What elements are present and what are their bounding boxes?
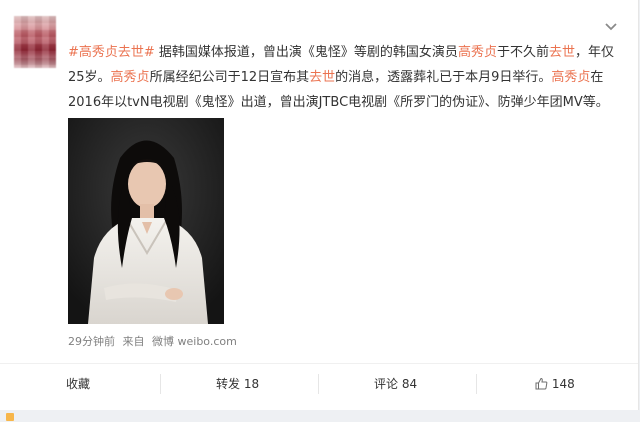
post-meta: 29分钟前 来自 微博 weibo.com <box>68 333 241 349</box>
weibo-post-card: #高秀贞去世# 据韩国媒体报道，曾出演《鬼怪》等剧的韩国女演员高秀贞于不久前去世… <box>0 0 639 410</box>
like-count: 148 <box>551 377 575 391</box>
action-separator <box>318 374 319 394</box>
comment-label: 评论 <box>374 377 399 391</box>
avatar[interactable] <box>14 16 56 68</box>
next-post-edge <box>0 410 640 422</box>
keyword-highlight: 高秀贞 <box>551 70 591 85</box>
portrait-image <box>68 118 224 324</box>
source-link[interactable]: 微博 weibo.com <box>152 335 237 348</box>
keyword-highlight: 去世 <box>309 70 336 85</box>
post-photo[interactable] <box>68 118 224 324</box>
comment-count: 84 <box>401 377 418 391</box>
post-text: #高秀贞去世# 据韩国媒体报道，曾出演《鬼怪》等剧的韩国女演员高秀贞于不久前去世… <box>68 40 620 115</box>
repost-count: 18 <box>243 377 260 391</box>
repost-label: 转发 <box>216 377 241 391</box>
avatar-mosaic <box>14 16 56 68</box>
action-separator <box>160 374 161 394</box>
topic-tag-link[interactable]: #高秀贞去世# <box>68 45 155 60</box>
post-time[interactable]: 29分钟前 <box>68 335 115 348</box>
keyword-highlight: 去世 <box>548 45 575 60</box>
thumbs-up-icon <box>535 377 548 390</box>
keyword-highlight: 高秀贞 <box>457 45 497 60</box>
repost-button[interactable]: 转发 18 <box>216 364 259 404</box>
post-text-segment: 的消息，透露葬礼已于本月9日举行。 <box>335 70 552 85</box>
post-text-segment: 所属经纪公司于12日宣布其 <box>149 70 310 85</box>
action-separator <box>476 374 477 394</box>
favorite-button[interactable]: 收藏 <box>66 364 90 404</box>
post-text-segment: 据韩国媒体报道，曾出演《鬼怪》等剧的韩国女演员 <box>154 45 458 60</box>
comment-button[interactable]: 评论 84 <box>374 364 417 404</box>
next-post-indicator <box>6 413 14 421</box>
keyword-highlight: 高秀贞 <box>110 70 150 85</box>
source-from-label: 来自 <box>122 335 145 348</box>
like-button[interactable]: 148 <box>535 364 575 404</box>
favorite-label: 收藏 <box>66 377 91 391</box>
action-bar: 收藏 转发 18 评论 84 148 <box>0 364 638 404</box>
post-text-segment: 于不久前 <box>496 45 549 60</box>
chevron-down-icon[interactable] <box>604 22 618 32</box>
